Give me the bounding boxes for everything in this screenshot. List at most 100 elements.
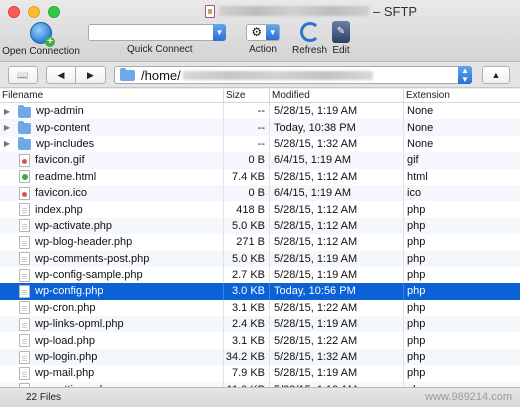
table-row[interactable]: wp-activate.php 5.0 KB 5/28/15, 1:12 AM php — [0, 217, 520, 235]
folder-icon — [120, 67, 135, 81]
table-row[interactable]: favicon.gif 0 B 6/4/15, 1:19 AM gif — [0, 152, 520, 169]
quick-connect-combo[interactable]: ▼ — [88, 24, 226, 41]
filename-text: wp-cron.php — [35, 301, 96, 314]
extension-cell: php — [407, 334, 426, 347]
table-row[interactable]: wp-comments-post.php 5.0 KB 5/28/15, 1:19 … — [0, 250, 520, 267]
modified-cell: Today, 10:56 PM — [270, 283, 404, 300]
up-arrow-icon: ▲ — [491, 70, 501, 80]
size-cell: 418 B — [224, 201, 270, 218]
table-row[interactable]: wp-config.php 3.0 KB Today, 10:56 PM php — [0, 283, 520, 300]
edit-label: Edit — [332, 45, 350, 56]
modified-cell: 5/28/15, 1:12 AM — [270, 217, 404, 235]
filename-text: wp-content — [36, 121, 90, 134]
table-row[interactable]: ▶ wp-includes -- 5/28/15, 1:32 AM None — [0, 135, 520, 153]
filename-text: wp-mail.php — [35, 367, 95, 380]
size-cell: 5.0 KB — [224, 217, 270, 235]
modified-cell: 5/28/15, 1:12 AM — [270, 234, 404, 251]
close-window-button[interactable] — [8, 6, 20, 18]
bookmarks-button[interactable]: 📖 — [8, 66, 38, 84]
zoom-window-button[interactable] — [48, 6, 60, 18]
column-header-size[interactable]: Size — [224, 89, 270, 102]
path-bar: 📖 ◀ ▶ /home/ ▲ ▼ ▲ — [0, 62, 520, 88]
doc-icon — [19, 350, 30, 364]
modified-cell: 5/28/15, 1:12 AM — [270, 168, 404, 185]
table-row[interactable]: wp-login.php 34.2 KB 5/28/15, 1:32 AM php — [0, 348, 520, 366]
watermark-text: www.989214.com — [425, 391, 512, 403]
table-row[interactable]: wp-mail.php 7.9 KB 5/28/15, 1:19 AM php — [0, 365, 520, 382]
column-header-modified[interactable]: Modified — [270, 89, 404, 102]
table-row[interactable]: index.php 418 B 5/28/15, 1:12 AM php — [0, 201, 520, 218]
modified-cell: 5/28/15, 1:19 AM — [270, 266, 404, 284]
chevron-down-icon[interactable]: ▼ — [213, 24, 226, 41]
table-row[interactable]: wp-blog-header.php 271 B 5/28/15, 1:12 AM p… — [0, 234, 520, 251]
forward-button[interactable]: ▶ — [76, 66, 106, 84]
table-row[interactable]: readme.html 7.4 KB 5/28/15, 1:12 AM html — [0, 168, 520, 185]
disclosure-triangle-icon[interactable]: ▶ — [0, 139, 14, 148]
back-arrow-icon: ◀ — [57, 70, 65, 80]
table-row[interactable]: wp-cron.php 3.1 KB 5/28/15, 1:22 AM php — [0, 299, 520, 317]
extension-cell: gif — [407, 154, 419, 167]
table-row[interactable]: wp-load.php 3.1 KB 5/28/15, 1:22 AM php — [0, 332, 520, 349]
modified-cell: 6/4/15, 1:19 AM — [270, 152, 404, 169]
filename-text: index.php — [35, 203, 83, 216]
back-button[interactable]: ◀ — [46, 66, 76, 84]
disclosure-triangle-icon[interactable]: ▶ — [0, 123, 14, 132]
quick-connect-label: Quick Connect — [127, 44, 193, 55]
table-row[interactable]: ▶ wp-content -- Today, 10:38 PM None — [0, 119, 520, 136]
path-text: /home/ — [141, 67, 181, 83]
table-row[interactable]: wp-config-sample.php 2.7 KB 5/28/15, 1:19 … — [0, 266, 520, 284]
refresh-button[interactable]: Refresh — [292, 22, 327, 56]
extension-cell: php — [407, 236, 426, 249]
folder-icon — [18, 121, 31, 135]
doc-icon — [19, 219, 30, 233]
folder-icon — [18, 137, 31, 151]
filename-text: wp-includes — [36, 137, 95, 150]
modified-cell: 5/28/15, 1:19 AM — [270, 103, 404, 120]
parent-directory-button[interactable]: ▲ — [482, 66, 510, 84]
filename-text: wp-activate.php — [35, 219, 113, 232]
editor-app-icon: ✎ — [332, 21, 350, 43]
open-connection-label: Open Connection — [2, 46, 80, 57]
html-icon — [19, 170, 30, 184]
size-cell: -- — [224, 103, 270, 120]
disclosure-triangle-icon[interactable]: ▶ — [0, 107, 14, 116]
minimize-window-button[interactable] — [28, 6, 40, 18]
table-row[interactable]: wp-links-opml.php 2.4 KB 5/28/15, 1:19 AM p… — [0, 316, 520, 333]
filename-cell: wp-blog-header.php — [0, 234, 224, 251]
globe-add-icon — [30, 22, 55, 47]
modified-cell: 5/28/15, 1:12 AM — [270, 201, 404, 218]
open-connection-button[interactable]: Open Connection — [2, 22, 80, 57]
extension-cell: html — [407, 170, 428, 183]
doc-icon — [19, 203, 30, 217]
extension-cell: php — [407, 367, 426, 380]
table-row[interactable]: favicon.ico 0 B 6/4/15, 1:19 AM ico — [0, 184, 520, 202]
table-header: Filename Size Modified Extension — [0, 89, 520, 103]
column-header-filename[interactable]: Filename — [0, 89, 224, 102]
size-cell: 271 B — [224, 234, 270, 251]
size-cell: 2.4 KB — [224, 316, 270, 333]
column-header-extension[interactable]: Extension — [404, 89, 520, 102]
book-icon: 📖 — [17, 70, 29, 80]
action-button[interactable]: ⚙ ▼ Action — [246, 24, 280, 55]
filename-cell: ▶ wp-includes — [0, 135, 224, 153]
filename-text: favicon.ico — [35, 187, 87, 200]
extension-cell: php — [407, 252, 426, 265]
image-icon — [19, 153, 30, 167]
path-select[interactable]: /home/ ▲ ▼ — [114, 66, 472, 84]
filename-text: wp-comments-post.php — [35, 252, 150, 265]
filename-text: wp-login.php — [35, 351, 98, 364]
size-cell: 34.2 KB — [224, 348, 270, 366]
extension-cell: php — [407, 269, 426, 282]
filename-cell: ▶ wp-content — [0, 119, 224, 136]
filename-text: wp-config-sample.php — [35, 269, 143, 282]
filename-text: wp-load.php — [35, 334, 95, 347]
redacted-path — [182, 70, 373, 80]
folder-icon — [18, 104, 31, 118]
table-row[interactable]: ▶ wp-admin -- 5/28/15, 1:19 AM None — [0, 103, 520, 120]
table-body: ▶ wp-admin -- 5/28/15, 1:19 AM None ▶ wp-conte… — [0, 103, 520, 387]
edit-button[interactable]: ✎ Edit — [332, 21, 350, 56]
extension-cell: None — [407, 121, 434, 134]
modified-cell: 5/28/15, 1:32 AM — [270, 348, 404, 366]
filename-cell: wp-activate.php — [0, 217, 224, 235]
filename-cell: readme.html — [0, 168, 224, 185]
